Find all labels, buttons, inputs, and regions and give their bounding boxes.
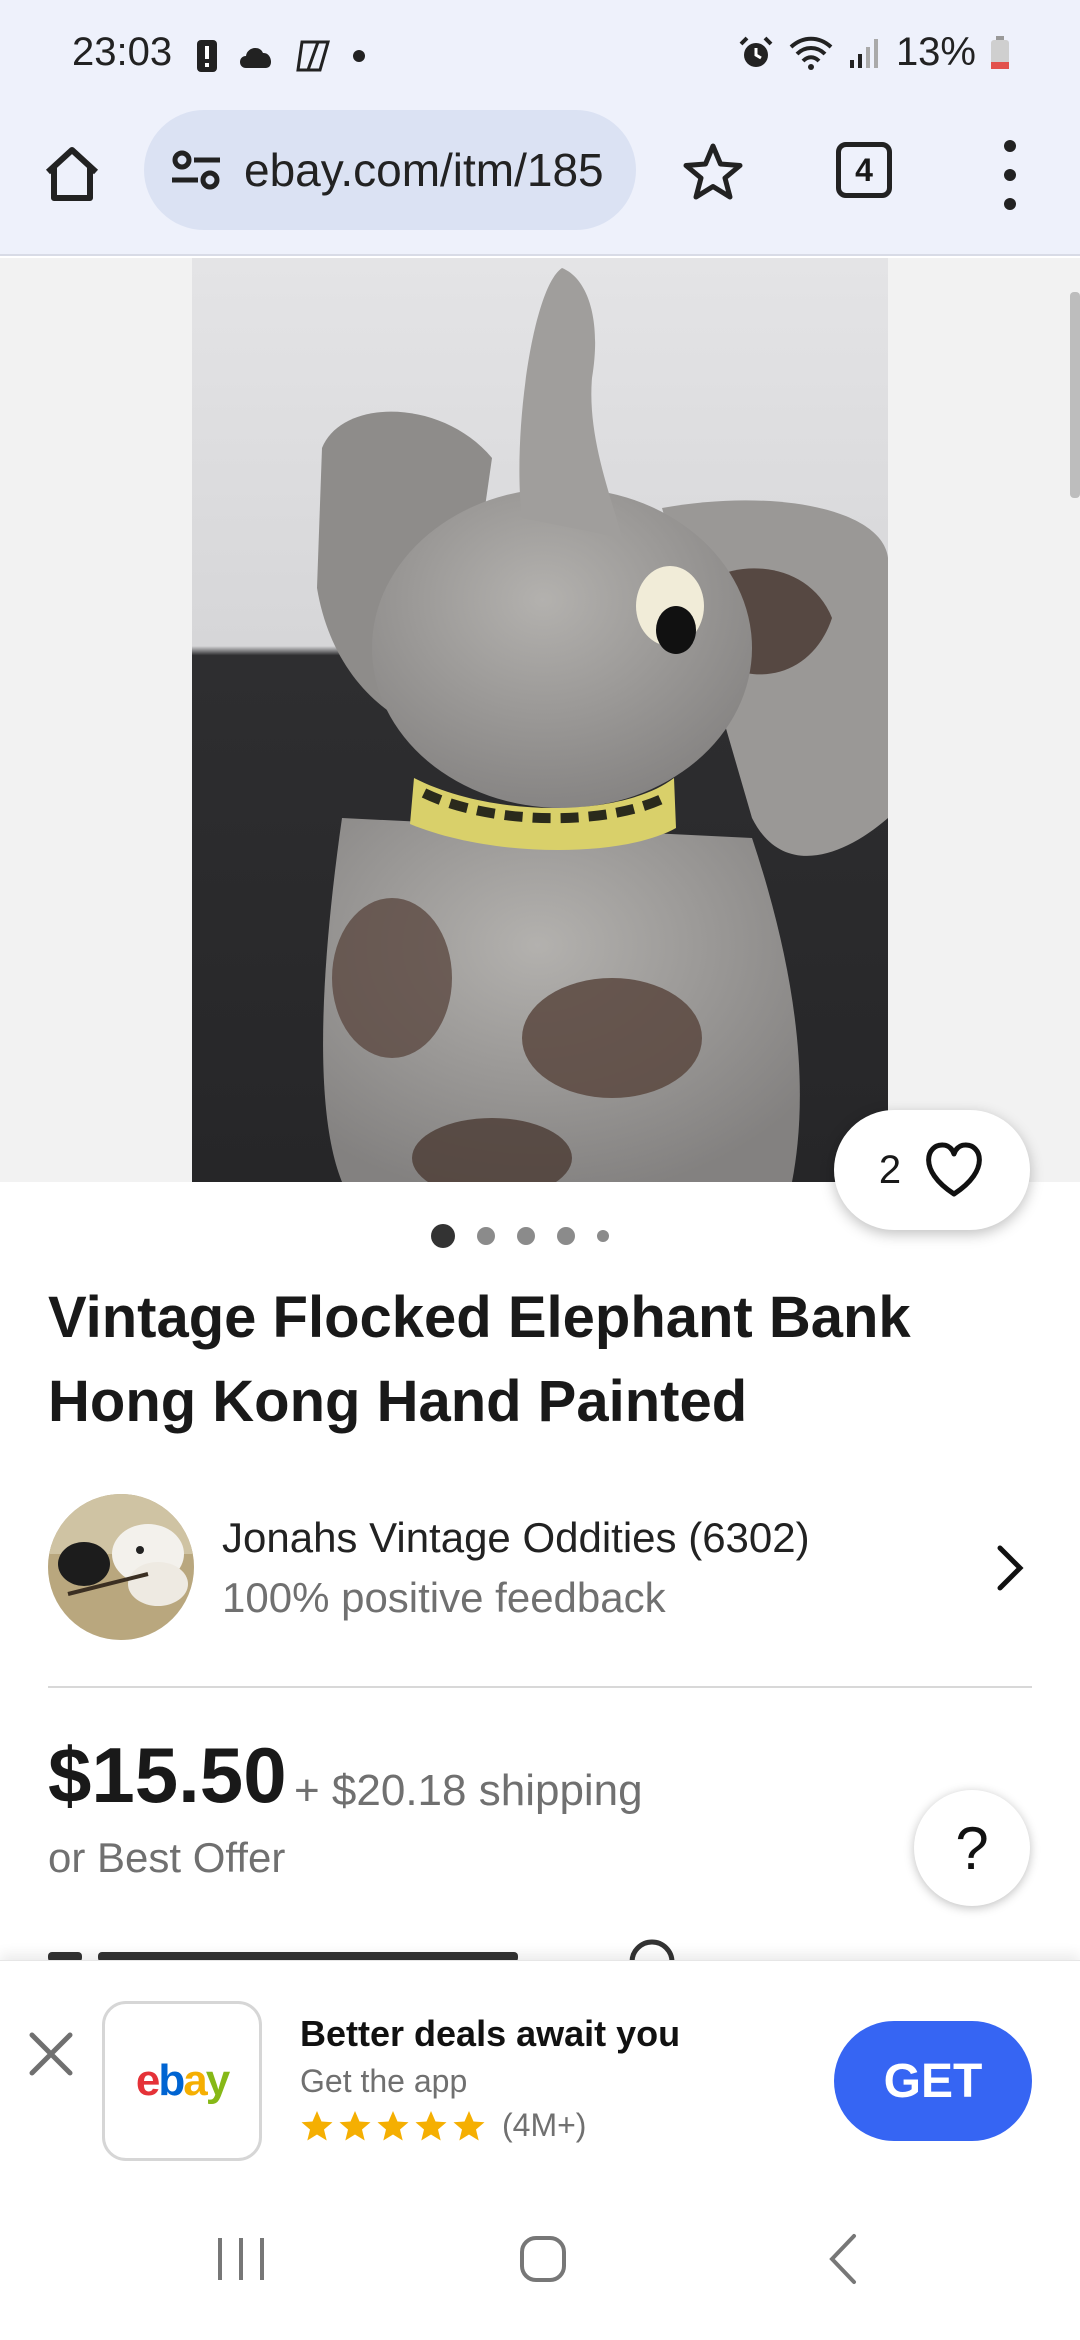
home-icon <box>45 147 99 201</box>
address-bar[interactable]: ebay.com/itm/185 <box>144 110 636 230</box>
best-offer-label: or Best Offer <box>48 1834 286 1881</box>
bookmark-star-icon[interactable] <box>680 140 746 206</box>
pagination-dot[interactable] <box>557 1227 575 1245</box>
shipping-cost: + $20.18 shipping <box>294 1766 643 1815</box>
seller-card[interactable]: Jonahs Vintage Oddities (6302) 100% posi… <box>48 1494 1032 1640</box>
star-icon <box>339 2110 371 2140</box>
status-time: 23:03 <box>72 30 173 74</box>
tab-switcher-button[interactable]: 4 <box>836 142 892 198</box>
logo-letter-a: a <box>183 2056 208 2105</box>
product-image-gallery[interactable] <box>0 258 1080 1182</box>
close-icon[interactable] <box>28 2031 74 2077</box>
scrollbar-thumb[interactable] <box>1070 292 1080 498</box>
watch-count: 2 <box>878 1147 902 1192</box>
signal-icon <box>849 38 878 68</box>
back-icon[interactable] <box>810 2224 880 2294</box>
pagination-dot[interactable] <box>517 1227 535 1245</box>
seller-name: Jonahs Vintage Oddities (6302) <box>222 1514 810 1561</box>
help-button[interactable]: ? <box>914 1790 1030 1906</box>
browser-toolbar: ebay.com/itm/185 4 <box>0 110 1080 256</box>
logo-letter-y: y <box>205 2056 231 2105</box>
logo-letter-b: b <box>158 2056 185 2105</box>
divider <box>48 1686 1032 1688</box>
alarm-icon <box>739 36 773 67</box>
pagination-dot[interactable] <box>597 1230 609 1242</box>
home-nav-icon[interactable] <box>508 2224 578 2294</box>
battery-percent: 13% <box>895 30 976 74</box>
alert-icon <box>197 40 217 72</box>
home-button[interactable] <box>36 138 108 210</box>
cutoff-content <box>48 1939 675 1962</box>
logo-letter-e: e <box>135 2056 161 2105</box>
system-nav-bar <box>0 2170 1080 2340</box>
battery-icon <box>991 35 1009 69</box>
star-icon <box>415 2110 447 2140</box>
chevron-right-icon <box>997 1545 1024 1591</box>
status-bar: 23:03 13% <box>0 0 1080 110</box>
rating-count: (4M+) <box>502 2107 587 2143</box>
browser-menu-button[interactable] <box>990 140 1030 210</box>
star-icon <box>377 2110 409 2140</box>
product-photo[interactable] <box>192 258 888 1182</box>
wifi-icon <box>789 36 833 70</box>
seller-avatar <box>48 1494 194 1640</box>
image-pagination-dots[interactable] <box>0 1224 1080 1248</box>
seller-feedback: 100% positive feedback <box>222 1574 666 1621</box>
heart-icon <box>926 1142 982 1197</box>
status-left-icons <box>196 38 366 74</box>
watch-button[interactable]: 2 <box>834 1110 1030 1230</box>
star-icon <box>453 2110 485 2140</box>
dot-icon <box>353 50 365 62</box>
pagination-dot[interactable] <box>477 1227 495 1245</box>
banner-subtitle: Get the app <box>300 2063 468 2099</box>
url-text: ebay.com/itm/185 <box>244 144 604 196</box>
copilot-icon <box>296 40 330 72</box>
price: $15.50 <box>48 1731 287 1819</box>
app-install-banner: ebay Better deals await you Get the app … <box>0 1960 1080 2170</box>
recent-apps-icon[interactable] <box>206 2224 276 2294</box>
get-app-button[interactable]: GET <box>834 2021 1032 2141</box>
star-icon <box>301 2110 333 2140</box>
ebay-app-logo: ebay <box>102 2001 262 2161</box>
cloud-icon <box>240 47 272 68</box>
banner-title: Better deals await you <box>300 2013 681 2054</box>
status-right: 13% <box>738 30 1010 75</box>
pagination-dot[interactable] <box>431 1224 455 1248</box>
listing-title: Vintage Flocked Elephant Bank Hong Kong … <box>48 1285 911 1434</box>
app-rating: (4M+) <box>300 2107 586 2144</box>
site-settings-icon[interactable] <box>168 142 224 198</box>
